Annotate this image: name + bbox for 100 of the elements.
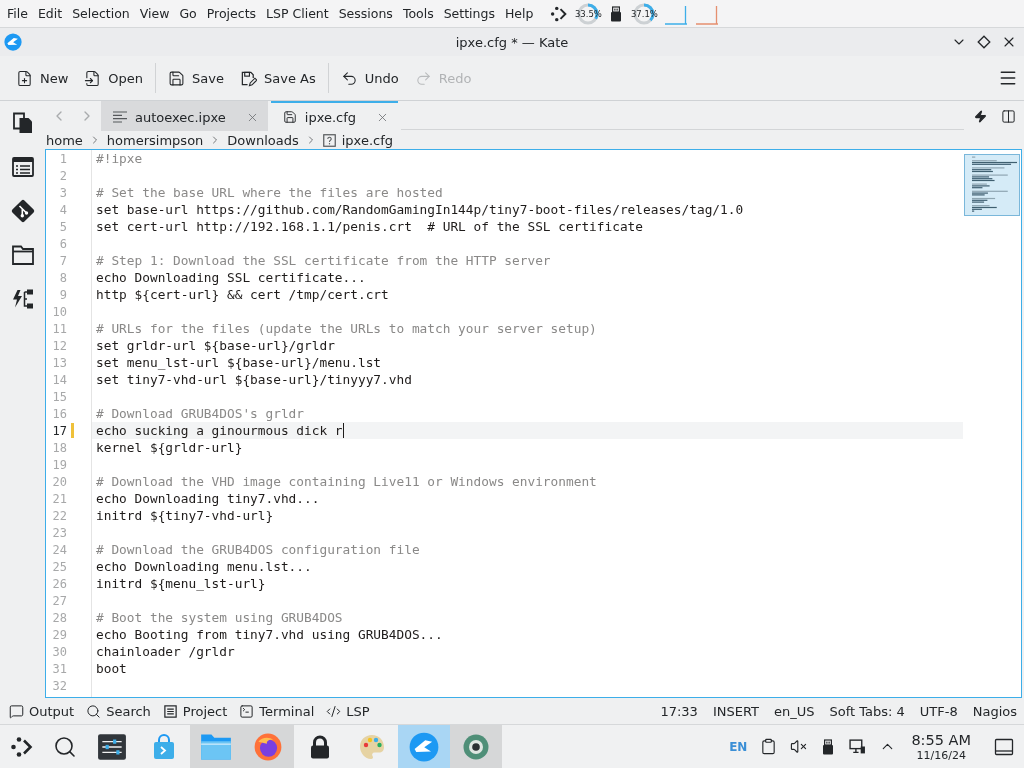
- comment-line: # URLs for the files (update the URLs to match your server setup): [96, 321, 597, 336]
- editor-tab[interactable]: autoexec.ipxe: [101, 101, 268, 131]
- code-line: kernel ${grldr-url}: [96, 440, 243, 455]
- breadcrumb-item[interactable]: Downloads: [227, 132, 299, 148]
- line-number: 29: [51, 627, 67, 642]
- line-number: 4: [58, 202, 67, 217]
- line-number: 3: [58, 185, 67, 200]
- toolbar-button[interactable]: Undo: [332, 63, 407, 93]
- line-number: 8: [58, 270, 67, 285]
- search-icon: [86, 704, 102, 719]
- code-line: initrd ${menu_lst-url}: [96, 576, 266, 591]
- clock-time[interactable]: 8:55 AM: [911, 731, 971, 749]
- maximize-icon[interactable]: [977, 35, 991, 49]
- documents-icon[interactable]: [10, 111, 35, 135]
- code-line: set grldr-url ${base-url}/grldr: [96, 338, 335, 353]
- line-number: 15: [51, 389, 67, 404]
- menu-item[interactable]: Help: [499, 3, 539, 24]
- muted-speaker-icon[interactable]: [790, 738, 808, 755]
- tool-view-button[interactable]: Project: [157, 702, 233, 721]
- file-type[interactable]: Nagios: [972, 704, 1017, 719]
- line-number: 21: [51, 491, 67, 506]
- unknown-file-icon: [322, 133, 336, 147]
- line-number: 9: [58, 287, 67, 302]
- code-line: echo Downloading tiny7.vhd...: [96, 491, 320, 506]
- launcher-icon[interactable]: [9, 734, 34, 759]
- line-number: 24: [51, 542, 67, 557]
- menu-item[interactable]: LSP Client: [261, 3, 334, 24]
- menu-item[interactable]: Go: [174, 3, 202, 24]
- input-mode[interactable]: INSERT: [712, 704, 759, 719]
- line-number: 1: [58, 151, 67, 166]
- line-number: 10: [51, 304, 67, 319]
- split-view-icon[interactable]: [1001, 108, 1016, 124]
- comment-line: # Download the GRUB4DOS configuration file: [96, 542, 420, 557]
- comment-line: # Download GRUB4DOS's grldr: [96, 406, 305, 421]
- menu-item[interactable]: Selection: [67, 3, 135, 24]
- line-number: 25: [51, 559, 67, 574]
- tool-view-button[interactable]: Search: [81, 702, 156, 721]
- folder-icon: [200, 731, 232, 762]
- code-line: echo Downloading menu.lst...: [96, 559, 312, 574]
- line-number: 23: [51, 525, 67, 540]
- editor-app-icon: [409, 731, 439, 762]
- network-icon[interactable]: [849, 738, 867, 755]
- undo-icon: [340, 69, 358, 87]
- tool-view-button[interactable]: LSP: [321, 702, 375, 721]
- redo-icon: [414, 69, 432, 87]
- code-line: initrd ${tiny7-vhd-url}: [96, 508, 274, 523]
- lightning-tree-icon[interactable]: [10, 287, 35, 311]
- line-number: 7: [58, 253, 67, 268]
- breadcrumb-item[interactable]: homersimpson: [106, 132, 204, 148]
- cursor-position[interactable]: 17:33: [660, 704, 698, 719]
- menu-item[interactable]: View: [134, 3, 175, 24]
- ring-icon: [462, 732, 490, 761]
- menu-item[interactable]: Projects: [201, 3, 262, 24]
- code-line: echo Downloading SSL certificate...: [96, 270, 366, 285]
- window-title: ipxe.cfg * — Kate: [455, 34, 569, 50]
- toolbar-button[interactable]: Save: [160, 63, 232, 93]
- save-as-icon: [240, 69, 257, 87]
- toolbar-button[interactable]: New: [8, 63, 77, 93]
- line-number: 26: [51, 576, 67, 591]
- line-number: 28: [51, 610, 67, 625]
- indentation-setting[interactable]: Soft Tabs: 4: [829, 704, 905, 719]
- breadcrumb-item[interactable]: ipxe.cfg: [341, 132, 393, 148]
- menu-item[interactable]: Edit: [32, 3, 68, 24]
- show-desktop-icon[interactable]: [994, 736, 1014, 757]
- lightning-icon[interactable]: [974, 109, 987, 123]
- comment-line: # Download the VHD image containing Live11 or Windows environment: [96, 474, 597, 489]
- file-encoding[interactable]: UTF-8: [919, 704, 958, 719]
- menu-item[interactable]: File: [2, 3, 33, 24]
- search-icon[interactable]: [52, 734, 77, 759]
- toolbar-button[interactable]: Save As: [232, 63, 324, 93]
- tool-view-button[interactable]: Output: [4, 702, 80, 721]
- line-number: 12: [51, 338, 67, 353]
- code-icon: [326, 704, 342, 719]
- comment-line: # Step 1: Download the SSL certificate from the HTTP server: [96, 253, 551, 268]
- line-number: 27: [51, 593, 67, 608]
- toolbar-button[interactable]: Open: [76, 63, 152, 93]
- spell-language[interactable]: en_US: [773, 704, 815, 719]
- text-cursor: [342, 423, 345, 438]
- list-document-icon: [162, 704, 178, 719]
- folder-icon[interactable]: [10, 243, 35, 267]
- line-number: 19: [51, 457, 67, 472]
- code-line: echo sucking a ginourmous dick r: [96, 423, 343, 438]
- menu-item[interactable]: Settings: [438, 3, 500, 24]
- line-number: 6: [58, 236, 67, 251]
- line-number: 18: [51, 440, 67, 455]
- menu-item[interactable]: Sessions: [333, 3, 398, 24]
- clock-date[interactable]: 11/16/24: [916, 748, 966, 762]
- sliders-icon: [97, 731, 127, 762]
- list-window-icon[interactable]: [10, 155, 35, 179]
- clipboard-icon[interactable]: [760, 738, 778, 755]
- menu-icon[interactable]: [998, 68, 1018, 88]
- minimap-drawing[interactable]: [964, 154, 1020, 216]
- speech-bubble-icon: [9, 704, 24, 719]
- dots-arrow-icon[interactable]: [550, 4, 569, 23]
- breadcrumb-item[interactable]: home: [46, 132, 83, 148]
- line-number: 14: [51, 372, 67, 387]
- open-file-icon: [84, 69, 102, 87]
- tool-view-button[interactable]: Terminal: [234, 702, 320, 721]
- menu-item[interactable]: Tools: [397, 3, 439, 24]
- line-number: 16: [51, 406, 67, 421]
